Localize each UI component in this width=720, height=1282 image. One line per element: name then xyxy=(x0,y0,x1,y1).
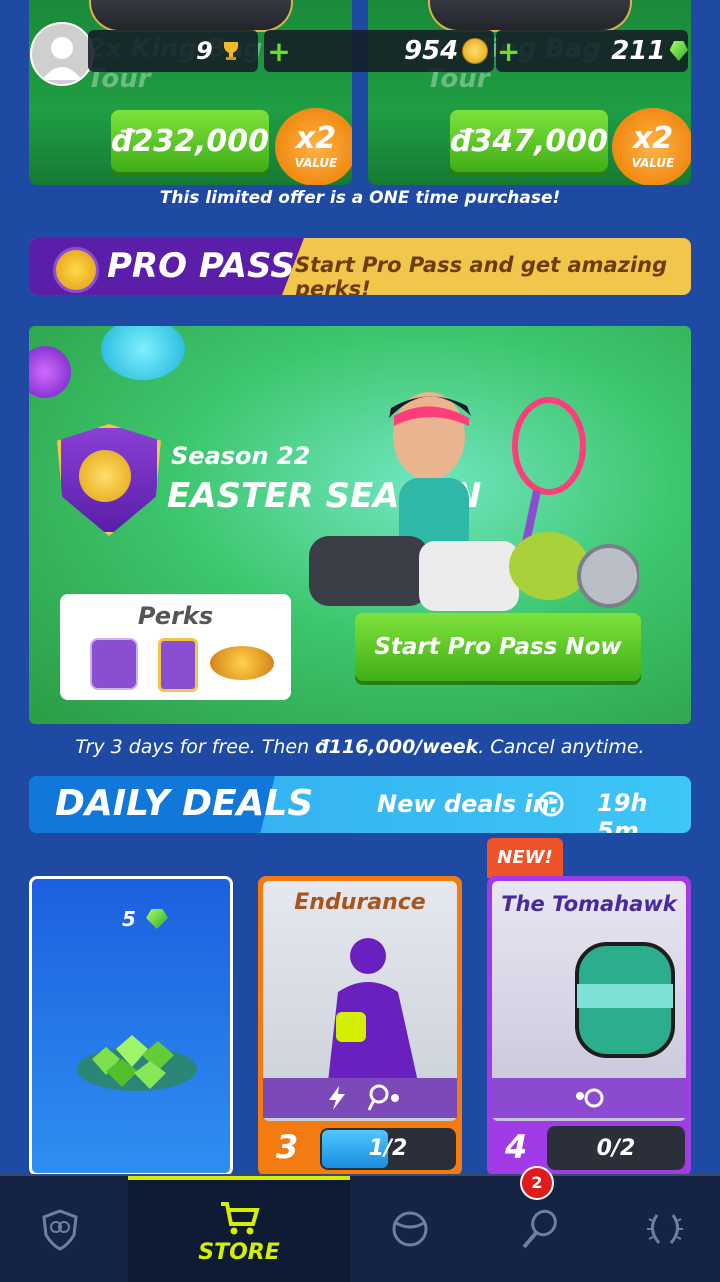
daily-deals-header: DAILY DEALS New deals in: 19h 5m xyxy=(29,776,691,833)
deal-card-endurance[interactable]: Endurance 3 1/2 xyxy=(258,876,462,1176)
trial-note: Try 3 days for free. Then đ116,000/week.… xyxy=(0,736,720,758)
notification-badge: 2 xyxy=(520,1166,554,1200)
gem-counter: + 211 xyxy=(496,30,688,72)
nav-item-club[interactable] xyxy=(0,1176,120,1282)
offer-price-button[interactable]: đ347,000 xyxy=(450,110,608,172)
lightning-icon xyxy=(329,1086,345,1110)
value-multiplier: x2 xyxy=(295,121,337,156)
deal-card-gems[interactable]: 5 xyxy=(29,876,233,1176)
daily-deals-title: DAILY DEALS xyxy=(55,783,314,824)
boxer-silhouette-icon xyxy=(328,938,418,1082)
timer-value: 19h 5m xyxy=(597,789,648,833)
nav-item-play[interactable] xyxy=(350,1176,470,1282)
shield-rackets-icon xyxy=(42,1209,78,1251)
deal-progress-text: 1/2 xyxy=(368,1136,408,1161)
nav-item-equipment[interactable]: 2 xyxy=(478,1166,598,1282)
deal-level: 4 xyxy=(505,1128,528,1166)
coin-icon xyxy=(462,38,489,64)
gem-icon xyxy=(146,909,168,929)
offer-price-button[interactable]: đ232,000 xyxy=(111,110,269,172)
king-bag-image xyxy=(428,0,632,32)
new-badge: NEW! xyxy=(487,838,563,878)
pro-pass-tagline: Start Pro Pass and get amazing perks! xyxy=(295,253,668,295)
pro-pass-title: PRO PASS xyxy=(107,246,295,286)
trophy-icon xyxy=(223,42,238,60)
deal-progress-bar: 0/2 xyxy=(547,1126,685,1170)
deal-level: 3 xyxy=(276,1128,299,1166)
tennis-ball-icon xyxy=(392,1211,428,1247)
player-character-illustration xyxy=(309,392,639,611)
pro-pass-header[interactable]: PRO PASS Start Pro Pass and get amazing … xyxy=(29,238,691,295)
nav-item-leaderboard[interactable] xyxy=(605,1176,720,1282)
deal-card-tomahawk[interactable]: The Tomahawk 4 0/2 xyxy=(487,876,691,1176)
perks-label: Perks xyxy=(137,602,214,630)
gem-amount: 5 xyxy=(122,907,136,931)
limited-offer-note: This limited offer is a ONE time purchas… xyxy=(159,188,561,208)
bottom-navigation: STORE 2 xyxy=(0,1166,720,1282)
easter-egg-blue-icon xyxy=(101,326,185,380)
deal-progress-text: 0/2 xyxy=(596,1136,636,1161)
deal-progress-bar: 1/2 xyxy=(320,1128,456,1170)
season-shield-icon xyxy=(57,424,161,536)
nav-store-label: STORE xyxy=(198,1239,280,1265)
coin-count: 954 xyxy=(404,36,459,66)
start-pro-pass-button[interactable]: Start Pro Pass Now xyxy=(355,613,641,681)
pro-pass-badge-icon xyxy=(53,247,99,293)
clock-icon xyxy=(538,791,564,817)
offer-card-2[interactable]: 2x King Bag - Tour đ347,000 x2 VALUE xyxy=(368,0,691,185)
gem-pile-icon xyxy=(77,1035,197,1091)
wristband-icon xyxy=(575,942,675,1058)
cart-icon xyxy=(221,1201,260,1234)
trial-prefix: Try 3 days for free. Then xyxy=(75,736,316,758)
avatar[interactable] xyxy=(30,22,94,86)
nav-item-store[interactable]: STORE xyxy=(128,1176,350,1282)
deal-title: The Tomahawk xyxy=(501,892,677,916)
trial-price: đ116,000/week xyxy=(315,736,479,758)
timer-label: New deals in: xyxy=(377,790,560,818)
perk-badge-icon xyxy=(90,638,138,690)
avatar-silhouette-icon xyxy=(42,37,82,80)
value-label: VALUE xyxy=(294,156,338,170)
trophy-counter: 9 xyxy=(88,30,258,72)
racket-spin-icon xyxy=(576,1088,604,1108)
deal-attributes-strip xyxy=(492,1078,686,1118)
value-multiplier: x2 xyxy=(632,121,674,156)
gem-icon xyxy=(669,41,688,61)
perk-racket-card-icon xyxy=(158,638,198,692)
perk-coins-icon xyxy=(210,646,274,680)
laurel-icon xyxy=(647,1214,683,1244)
king-bag-image xyxy=(89,0,293,32)
racket-icon xyxy=(522,1209,557,1249)
deal-title: Endurance xyxy=(294,890,426,915)
racket-swing-icon xyxy=(367,1084,399,1111)
perks-panel: Perks xyxy=(60,594,291,700)
deal-attributes-strip xyxy=(263,1078,457,1118)
coin-counter: + 954 xyxy=(264,30,494,72)
value-label: VALUE xyxy=(631,156,675,170)
value-badge: x2 VALUE xyxy=(612,108,691,185)
gem-count: 211 xyxy=(611,36,666,66)
add-gems-button[interactable]: + xyxy=(496,35,521,68)
trophy-count: 9 xyxy=(196,37,213,65)
easter-egg-purple-icon xyxy=(29,346,71,398)
value-badge: x2 VALUE xyxy=(275,108,352,185)
season-banner: Season 22 EASTER SEASON Perks Start Pro … xyxy=(29,326,691,724)
season-number: Season 22 xyxy=(171,442,311,470)
trial-suffix: . Cancel anytime. xyxy=(478,736,645,758)
add-coins-button[interactable]: + xyxy=(264,35,294,68)
